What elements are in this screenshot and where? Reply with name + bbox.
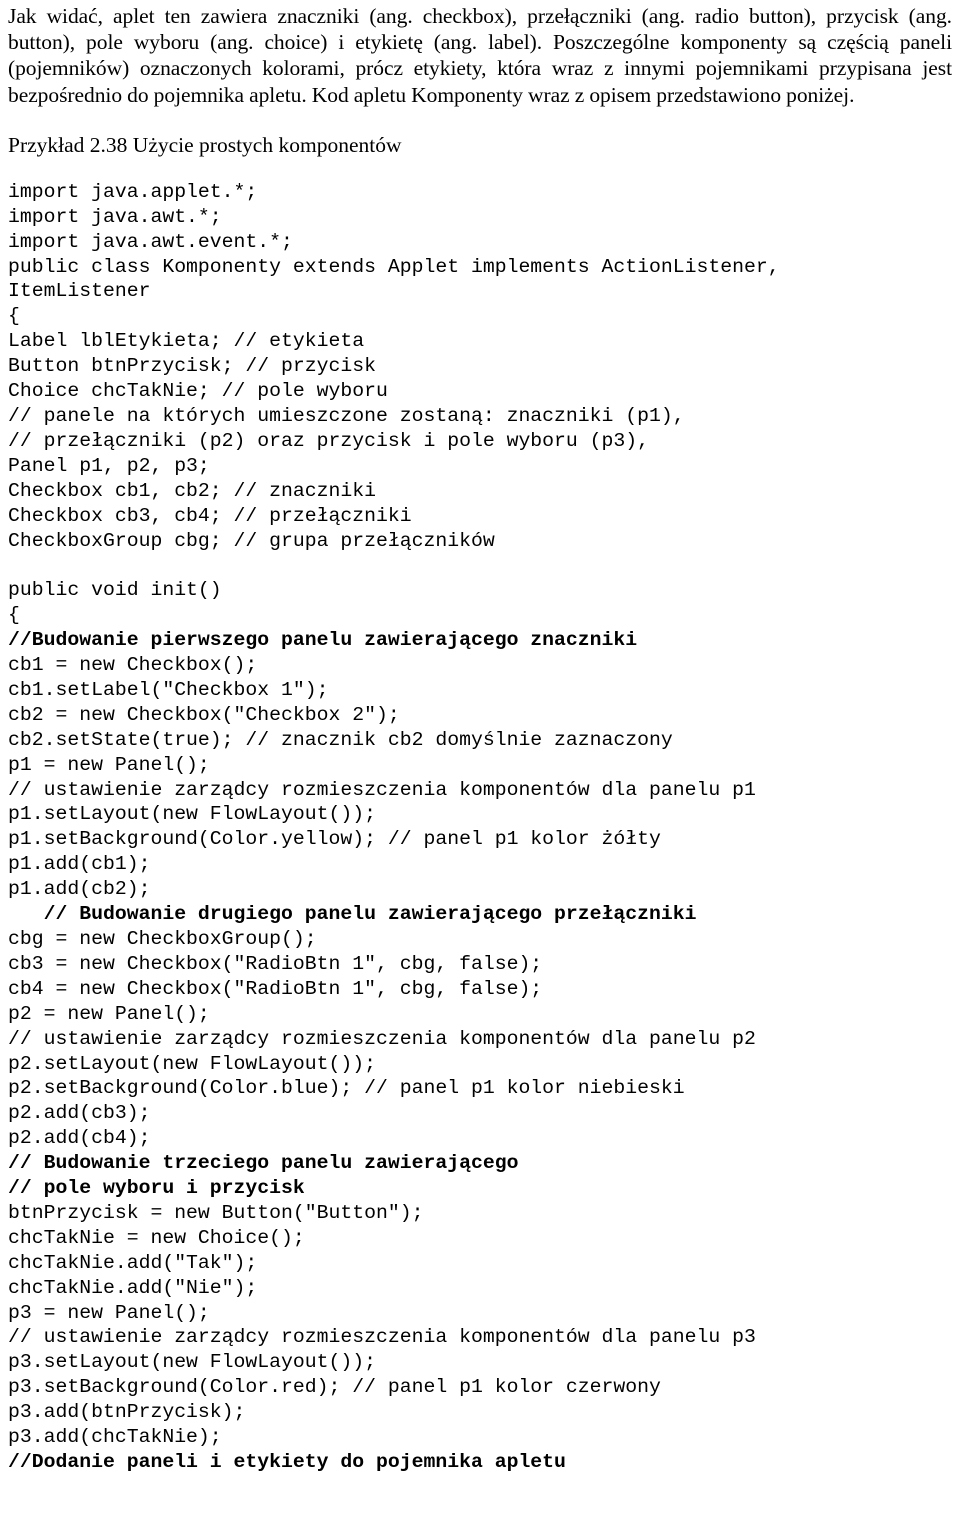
code-line: p1.setBackground(Color.yellow); // panel… [8, 828, 661, 851]
code-line: import java.awt.*; [8, 205, 222, 228]
code-line: cbg = new CheckboxGroup(); [8, 927, 317, 950]
code-line: p3.setBackground(Color.red); // panel p1… [8, 1376, 661, 1399]
code-line: p2.setBackground(Color.blue); // panel p… [8, 1077, 685, 1100]
document-page: Jak widać, aplet ten zawiera znaczniki (… [0, 0, 960, 1522]
code-line: public class Komponenty extends Applet i… [8, 255, 780, 278]
code-line: ItemListener [8, 280, 151, 303]
code-line: chcTakNie = new Choice(); [8, 1226, 305, 1249]
code-line: p2.add(cb3); [8, 1102, 151, 1125]
code-line: p1.add(cb1); [8, 853, 151, 876]
code-line: CheckboxGroup cbg; // grupa przełącznikó… [8, 529, 495, 552]
code-line: Checkbox cb3, cb4; // przełączniki [8, 504, 412, 527]
code-line: // ustawienie zarządcy rozmieszczenia ko… [8, 1326, 756, 1349]
code-line: p3.setLayout(new FlowLayout()); [8, 1351, 376, 1374]
code-line: // Budowanie drugiego panelu zawierające… [8, 903, 697, 926]
code-line: { [8, 604, 20, 627]
code-line: btnPrzycisk = new Button("Button"); [8, 1201, 424, 1224]
code-line: Label lblEtykieta; // etykieta [8, 330, 365, 353]
code-line: // ustawienie zarządcy rozmieszczenia ko… [8, 1027, 756, 1050]
code-line: chcTakNie.add("Nie"); [8, 1276, 258, 1299]
code-line: Panel p1, p2, p3; [8, 454, 210, 477]
code-line: cb1.setLabel("Checkbox 1"); [8, 678, 329, 701]
code-line: p3.add(chcTakNie); [8, 1426, 222, 1449]
code-line: { [8, 305, 20, 328]
code-line: //Dodanie paneli i etykiety do pojemnika… [8, 1451, 566, 1474]
code-line: public void init() [8, 579, 222, 602]
code-line: // Budowanie trzeciego panelu zawierając… [8, 1152, 519, 1175]
code-line: // panele na których umieszczone zostaną… [8, 404, 685, 427]
code-line: p1.add(cb2); [8, 878, 151, 901]
code-line: // przełączniki (p2) oraz przycisk i pol… [8, 429, 650, 452]
code-line: //Budowanie pierwszego panelu zawierając… [8, 629, 638, 652]
code-line: // pole wyboru i przycisk [8, 1177, 305, 1200]
code-line: p2 = new Panel(); [8, 1002, 210, 1025]
code-line: p3.add(btnPrzycisk); [8, 1401, 246, 1424]
code-line: p1 = new Panel(); [8, 753, 210, 776]
code-listing: import java.applet.*; import java.awt.*; i… [8, 158, 952, 1475]
code-line: Checkbox cb1, cb2; // znaczniki [8, 479, 376, 502]
code-line: p3 = new Panel(); [8, 1301, 210, 1324]
code-line: import java.applet.*; [8, 180, 258, 203]
code-line: cb3 = new Checkbox("RadioBtn 1", cbg, fa… [8, 952, 543, 975]
code-line: Button btnPrzycisk; // przycisk [8, 355, 376, 378]
code-line: cb2 = new Checkbox("Checkbox 2"); [8, 703, 400, 726]
code-line: cb1 = new Checkbox(); [8, 654, 258, 677]
example-heading: Przykład 2.38 Użycie prostych komponentó… [8, 132, 402, 157]
code-line: p2.add(cb4); [8, 1127, 151, 1150]
code-line: Choice chcTakNie; // pole wyboru [8, 380, 388, 403]
code-line: cb4 = new Checkbox("RadioBtn 1", cbg, fa… [8, 977, 543, 1000]
code-line: // ustawienie zarządcy rozmieszczenia ko… [8, 778, 756, 801]
intro-paragraph: Jak widać, aplet ten zawiera znaczniki (… [8, 4, 952, 107]
code-line: cb2.setState(true); // znacznik cb2 domy… [8, 728, 673, 751]
code-line: import java.awt.event.*; [8, 230, 293, 253]
code-line: p1.setLayout(new FlowLayout()); [8, 803, 376, 826]
code-line: p2.setLayout(new FlowLayout()); [8, 1052, 376, 1075]
code-line: chcTakNie.add("Tak"); [8, 1251, 258, 1274]
